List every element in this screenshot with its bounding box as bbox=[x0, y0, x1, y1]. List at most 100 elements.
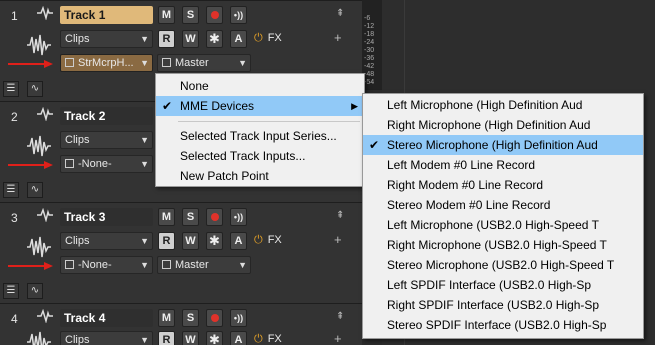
waveform-icon bbox=[27, 135, 51, 157]
solo-button[interactable]: S bbox=[182, 208, 199, 226]
fx-label: FX bbox=[267, 32, 282, 44]
menu-item-selected-track-input-series[interactable]: Selected Track Input Series... bbox=[156, 126, 364, 146]
clips-label: Clips bbox=[65, 235, 90, 247]
input-echo-button[interactable]: •)) bbox=[230, 309, 247, 327]
device-item-selected[interactable]: ✔ Stereo Microphone (High Definition Aud bbox=[363, 135, 643, 155]
menu-item-mme-devices[interactable]: ✔ MME Devices ▶ bbox=[156, 96, 364, 116]
track-name[interactable]: Track 2 bbox=[60, 107, 153, 125]
input-dropdown[interactable]: StrMcrpH... ▼ bbox=[60, 54, 153, 72]
device-label: Right Microphone (USB2.0 High-Speed T bbox=[387, 238, 607, 252]
device-item[interactable]: Stereo Microphone (USB2.0 High-Speed T bbox=[363, 255, 643, 275]
record-arm-button[interactable] bbox=[206, 208, 223, 226]
read-automation-button[interactable]: R bbox=[158, 30, 175, 48]
write-automation-button[interactable]: W bbox=[182, 331, 199, 345]
device-item[interactable]: Left Microphone (High Definition Aud bbox=[363, 95, 643, 115]
fx-bin[interactable]: ⏻ FX bbox=[254, 32, 282, 45]
clips-dropdown[interactable]: Clips ▼ bbox=[60, 131, 153, 149]
input-dropdown[interactable]: -None- ▼ bbox=[60, 155, 153, 173]
fx-label: FX bbox=[267, 234, 282, 246]
meter-tick: -42 bbox=[364, 63, 375, 70]
menu-item-selected-track-inputs[interactable]: Selected Track Inputs... bbox=[156, 146, 364, 166]
power-icon[interactable]: ⏻ bbox=[254, 234, 263, 246]
automation-mode-button[interactable]: A bbox=[230, 232, 247, 250]
solo-button[interactable]: S bbox=[182, 309, 199, 327]
add-fx-icon[interactable]: + bbox=[334, 232, 342, 247]
device-item[interactable]: Right Microphone (High Definition Aud bbox=[363, 115, 643, 135]
input-icon bbox=[65, 260, 74, 269]
device-label: Stereo Modem #0 Line Record bbox=[387, 198, 551, 212]
device-label: Right Microphone (High Definition Aud bbox=[387, 118, 591, 132]
freeze-button[interactable]: ✱ bbox=[206, 232, 223, 250]
write-automation-button[interactable]: W bbox=[182, 30, 199, 48]
solo-button[interactable]: S bbox=[182, 6, 199, 24]
meter-tick: -48 bbox=[364, 71, 375, 78]
track-settings-icon[interactable]: ☰ bbox=[3, 182, 19, 198]
device-item[interactable]: Left Microphone (USB2.0 High-Speed T bbox=[363, 215, 643, 235]
chevron-down-icon: ▼ bbox=[140, 58, 149, 68]
read-automation-button[interactable]: R bbox=[158, 331, 175, 345]
track-settings-icon[interactable]: ☰ bbox=[3, 283, 19, 299]
record-arm-button[interactable] bbox=[206, 309, 223, 327]
device-label: Left Microphone (High Definition Aud bbox=[387, 98, 583, 112]
chevron-down-icon: ▼ bbox=[140, 159, 149, 169]
track-number: 3 bbox=[11, 211, 18, 225]
write-automation-button[interactable]: W bbox=[182, 232, 199, 250]
automation-mode-button[interactable]: A bbox=[230, 30, 247, 48]
device-item[interactable]: Right SPDIF Interface (USB2.0 High-Sp bbox=[363, 295, 643, 315]
submenu-arrow-icon: ▶ bbox=[351, 101, 358, 111]
clips-dropdown[interactable]: Clips ▼ bbox=[60, 232, 153, 250]
level-meter: -6 -12 -18 -24 -30 -36 -42 -48 -54 bbox=[362, 0, 382, 90]
chevron-down-icon: ▼ bbox=[140, 135, 149, 145]
track-name[interactable]: Track 1 bbox=[60, 6, 153, 24]
add-fx-icon[interactable]: + bbox=[334, 30, 342, 45]
fx-bin[interactable]: ⏻ FX bbox=[254, 333, 282, 345]
input-menu: None ✔ MME Devices ▶ Selected Track Input … bbox=[155, 73, 365, 187]
device-item[interactable]: Left SPDIF Interface (USB2.0 High-Sp bbox=[363, 275, 643, 295]
mute-button[interactable]: M bbox=[158, 6, 175, 24]
input-dropdown[interactable]: -None- ▼ bbox=[60, 256, 153, 274]
automation-lanes-icon[interactable]: ∿ bbox=[27, 182, 43, 198]
freeze-button[interactable]: ✱ bbox=[206, 331, 223, 345]
automation-lanes-icon[interactable]: ∿ bbox=[27, 81, 43, 97]
output-dropdown[interactable]: Master ▼ bbox=[157, 256, 251, 274]
collapse-icon[interactable]: ⇞ bbox=[336, 311, 344, 322]
fx-bin[interactable]: ⏻ FX bbox=[254, 234, 282, 247]
power-icon[interactable]: ⏻ bbox=[254, 32, 263, 44]
waveform-icon bbox=[27, 331, 51, 345]
collapse-icon[interactable]: ⇞ bbox=[336, 210, 344, 221]
input-echo-button[interactable]: •)) bbox=[230, 6, 247, 24]
device-item[interactable]: Right Microphone (USB2.0 High-Speed T bbox=[363, 235, 643, 255]
waveform-icon bbox=[27, 34, 51, 56]
clips-dropdown[interactable]: Clips ▼ bbox=[60, 30, 153, 48]
device-item[interactable]: Stereo SPDIF Interface (USB2.0 High-Sp bbox=[363, 315, 643, 335]
clips-dropdown[interactable]: Clips ▼ bbox=[60, 331, 153, 345]
add-fx-icon[interactable]: + bbox=[334, 331, 342, 345]
mute-button[interactable]: M bbox=[158, 208, 175, 226]
track-3[interactable]: 3 Track 3 M S •)) ⇞ Clips ▼ R W ✱ A ⏻ FX +… bbox=[0, 202, 362, 302]
power-icon[interactable]: ⏻ bbox=[254, 333, 263, 345]
meter-tick: -24 bbox=[364, 39, 375, 46]
device-item[interactable]: Stereo Modem #0 Line Record bbox=[363, 195, 643, 215]
chevron-down-icon: ▼ bbox=[140, 335, 149, 345]
menu-item-new-patch-point[interactable]: New Patch Point bbox=[156, 166, 364, 186]
device-item[interactable]: Right Modem #0 Line Record bbox=[363, 175, 643, 195]
record-arm-button[interactable] bbox=[206, 6, 223, 24]
input-echo-button[interactable]: •)) bbox=[230, 208, 247, 226]
freeze-button[interactable]: ✱ bbox=[206, 30, 223, 48]
track-4[interactable]: 4 Track 4 M S •)) ⇞ Clips ▼ R W ✱ A ⏻ FX + bbox=[0, 303, 362, 345]
read-automation-button[interactable]: R bbox=[158, 232, 175, 250]
track-name[interactable]: Track 4 bbox=[60, 309, 153, 327]
device-item[interactable]: Left Modem #0 Line Record bbox=[363, 155, 643, 175]
track-name[interactable]: Track 3 bbox=[60, 208, 153, 226]
waveform-icon bbox=[27, 236, 51, 258]
output-label: Master bbox=[175, 57, 209, 69]
mute-button[interactable]: M bbox=[158, 309, 175, 327]
automation-mode-button[interactable]: A bbox=[230, 331, 247, 345]
automation-lanes-icon[interactable]: ∿ bbox=[27, 283, 43, 299]
track-settings-icon[interactable]: ☰ bbox=[3, 81, 19, 97]
output-dropdown[interactable]: Master ▼ bbox=[157, 54, 251, 72]
collapse-icon[interactable]: ⇞ bbox=[336, 8, 344, 19]
menu-item-none[interactable]: None bbox=[156, 76, 364, 96]
device-label: Stereo Microphone (USB2.0 High-Speed T bbox=[387, 258, 615, 272]
device-label: Stereo SPDIF Interface (USB2.0 High-Sp bbox=[387, 318, 607, 332]
